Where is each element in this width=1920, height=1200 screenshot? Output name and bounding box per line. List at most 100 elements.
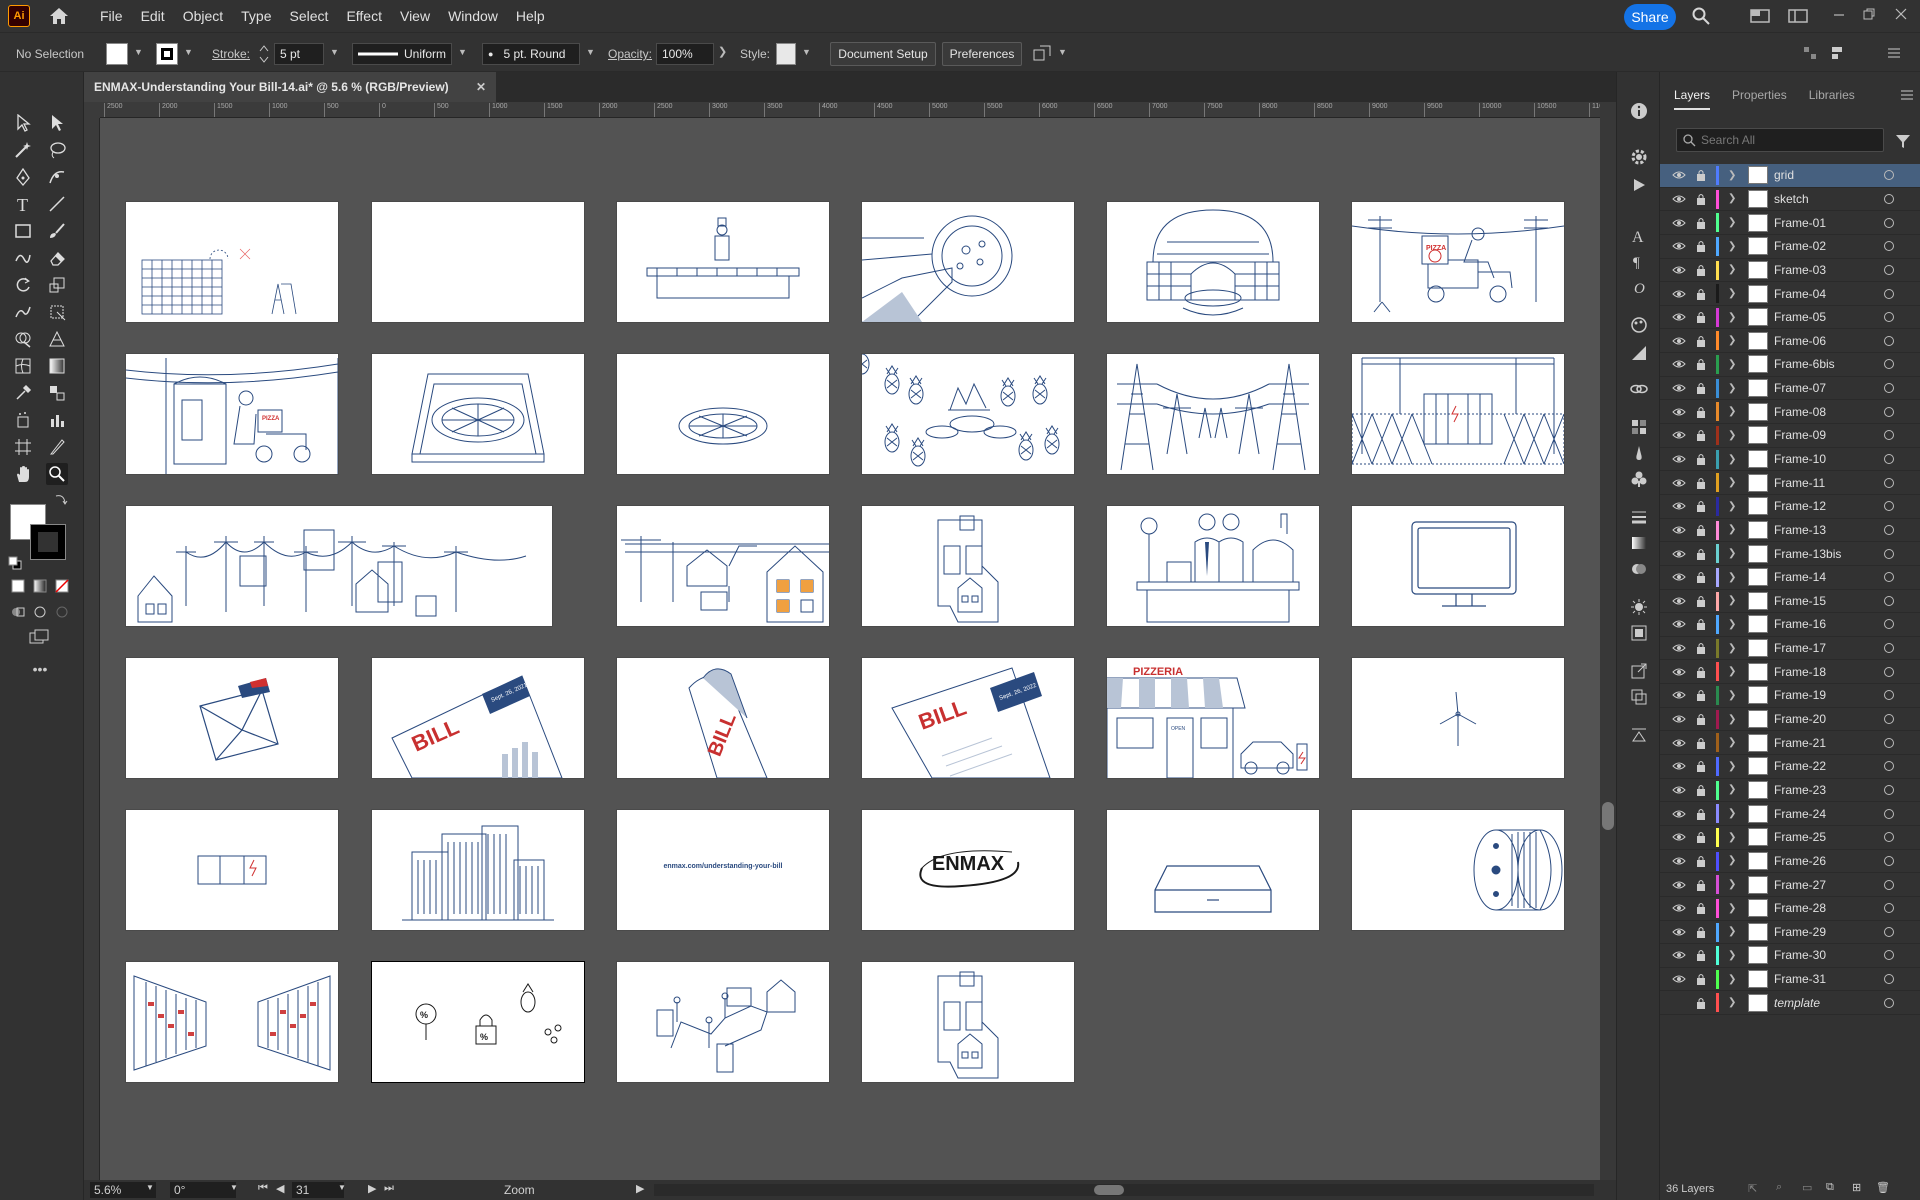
artboard-08[interactable] (371, 353, 585, 475)
artboard-06[interactable]: PIZZA (1351, 201, 1565, 323)
visibility-eye-icon[interactable] (1672, 807, 1686, 821)
expand-chevron-icon[interactable]: ❯ (1728, 501, 1736, 512)
visibility-eye-icon[interactable] (1672, 617, 1686, 631)
expand-chevron-icon[interactable]: ❯ (1728, 193, 1736, 204)
expand-chevron-icon[interactable]: ❯ (1728, 926, 1736, 937)
align-icon[interactable] (1802, 45, 1818, 61)
canvas[interactable]: PIZZA PIZZA Sept. 26, 2021 BILL BILL Sep… (100, 118, 1600, 1180)
stroke-weight-chevron-icon[interactable]: ▼ (330, 47, 339, 57)
layer-row-frame-09[interactable]: ❯ Frame-09 (1660, 424, 1920, 448)
appearance-icon[interactable] (1628, 596, 1650, 618)
lock-icon[interactable] (1696, 618, 1706, 631)
paintbrush-tool-icon[interactable] (46, 220, 68, 242)
layer-target-icon[interactable] (1884, 359, 1894, 370)
shape-builder-tool-icon[interactable] (12, 328, 34, 350)
menu-object[interactable]: Object (183, 8, 223, 24)
close-document-icon[interactable]: ✕ (476, 80, 486, 94)
fill-swatch[interactable] (106, 43, 128, 65)
lock-icon[interactable] (1696, 808, 1706, 820)
visibility-eye-icon[interactable] (1672, 570, 1686, 584)
column-graph-tool-icon[interactable] (46, 409, 68, 431)
layer-row-frame-10[interactable]: ❯ Frame-10 (1660, 448, 1920, 472)
graphic-styles-icon[interactable] (1628, 622, 1650, 644)
lock-icon[interactable] (1696, 406, 1706, 418)
layer-target-icon[interactable] (1884, 430, 1894, 441)
expand-chevron-icon[interactable]: ❯ (1728, 524, 1736, 535)
menu-help[interactable]: Help (516, 8, 545, 24)
visibility-eye-icon[interactable] (1672, 192, 1686, 206)
visibility-eye-icon[interactable] (1672, 547, 1686, 561)
layer-target-icon[interactable] (1884, 926, 1894, 937)
slice-tool-icon[interactable] (46, 436, 68, 458)
artboard-30[interactable] (125, 961, 339, 1083)
layer-target-icon[interactable] (1884, 241, 1894, 252)
artboard-14[interactable] (616, 505, 830, 627)
visibility-eye-icon[interactable] (1672, 641, 1686, 655)
curvature-tool-icon[interactable] (46, 166, 68, 188)
arrange-icon[interactable] (1032, 44, 1052, 64)
lock-icon[interactable] (1696, 784, 1706, 796)
transform-icon[interactable] (1830, 45, 1850, 61)
visibility-eye-icon[interactable] (1672, 712, 1686, 726)
layer-search-input[interactable] (1701, 131, 1871, 149)
expand-chevron-icon[interactable]: ❯ (1728, 808, 1736, 819)
type-tool-icon[interactable]: T (12, 193, 34, 215)
layer-row-frame-17[interactable]: ❯ Frame-17 (1660, 637, 1920, 661)
document-tab[interactable]: ENMAX-Understanding Your Bill-14.ai* @ 5… (84, 72, 496, 102)
search-icon[interactable] (1692, 7, 1710, 25)
visibility-eye-icon[interactable] (1672, 878, 1686, 892)
lock-icon[interactable] (1696, 666, 1706, 678)
artboard-20[interactable]: BILL (616, 657, 830, 779)
layer-row-frame-20[interactable]: ❯ Frame-20 (1660, 708, 1920, 732)
layer-row-frame-22[interactable]: ❯ Frame-22 (1660, 755, 1920, 779)
line-segment-tool-icon[interactable] (46, 193, 68, 215)
artboard-11[interactable] (1106, 353, 1320, 475)
expand-chevron-icon[interactable]: ❯ (1728, 264, 1736, 275)
color-icon[interactable] (1628, 314, 1650, 336)
menu-select[interactable]: Select (290, 8, 329, 24)
lock-icon[interactable] (1696, 477, 1706, 489)
visibility-eye-icon[interactable] (1672, 830, 1686, 844)
layer-target-icon[interactable] (1884, 595, 1894, 606)
expand-chevron-icon[interactable]: ❯ (1728, 784, 1736, 795)
lock-icon[interactable] (1696, 713, 1706, 726)
menu-view[interactable]: View (400, 8, 430, 24)
layer-row-frame-13[interactable]: ❯ Frame-13 (1660, 519, 1920, 543)
layer-row-frame-05[interactable]: ❯ Frame-05 (1660, 306, 1920, 330)
lock-icon[interactable] (1696, 831, 1706, 844)
artboard-26[interactable]: enmax.com/understanding-your-bill (616, 809, 830, 931)
default-colors-icon[interactable] (8, 556, 22, 570)
lock-icon[interactable] (1696, 240, 1706, 253)
lock-icon[interactable] (1696, 642, 1706, 655)
clipping-mask-icon[interactable]: ▭ (1802, 1181, 1812, 1194)
artboard-12[interactable] (1351, 353, 1565, 475)
lock-icon[interactable] (1696, 311, 1706, 324)
artboard-25[interactable] (371, 809, 585, 931)
artboard-19[interactable]: Sept. 26, 2021 BILL (371, 657, 585, 779)
zoom-tool-icon[interactable] (46, 463, 68, 485)
layer-target-icon[interactable] (1884, 312, 1894, 323)
layer-row-frame-06[interactable]: ❯ Frame-06 (1660, 329, 1920, 354)
new-sublayer-icon[interactable]: ⧉ (1826, 1181, 1834, 1194)
stroke-color-box[interactable] (30, 524, 66, 560)
lock-icon[interactable] (1696, 926, 1706, 938)
zoom-chevron-icon[interactable]: ▼ (146, 1183, 154, 1192)
expand-chevron-icon[interactable]: ❯ (1728, 666, 1736, 677)
layer-row-frame-12[interactable]: ❯ Frame-12 (1660, 495, 1920, 519)
delete-layer-icon[interactable]: 🗑 (1876, 1181, 1890, 1194)
layer-row-frame-01[interactable]: ❯ Frame-01 (1660, 211, 1920, 235)
opentype-icon[interactable]: O (1628, 276, 1650, 298)
expand-chevron-icon[interactable]: ❯ (1728, 383, 1736, 394)
visibility-eye-icon[interactable] (1672, 287, 1686, 301)
lock-icon[interactable] (1696, 571, 1706, 584)
lock-icon[interactable] (1696, 973, 1706, 986)
stroke-stepper-icon[interactable] (258, 43, 270, 65)
menu-lines-icon[interactable] (1886, 45, 1902, 61)
layer-row-sketch[interactable]: ❯ sketch (1660, 188, 1920, 212)
layer-target-icon[interactable] (1884, 406, 1894, 417)
restore-icon[interactable] (1862, 7, 1880, 25)
layer-row-frame-03[interactable]: ❯ Frame-03 (1660, 259, 1920, 283)
gradient-panel-icon[interactable] (1628, 532, 1650, 554)
lock-icon[interactable] (1696, 879, 1706, 891)
paragraph-icon[interactable]: ¶ (1628, 250, 1650, 272)
